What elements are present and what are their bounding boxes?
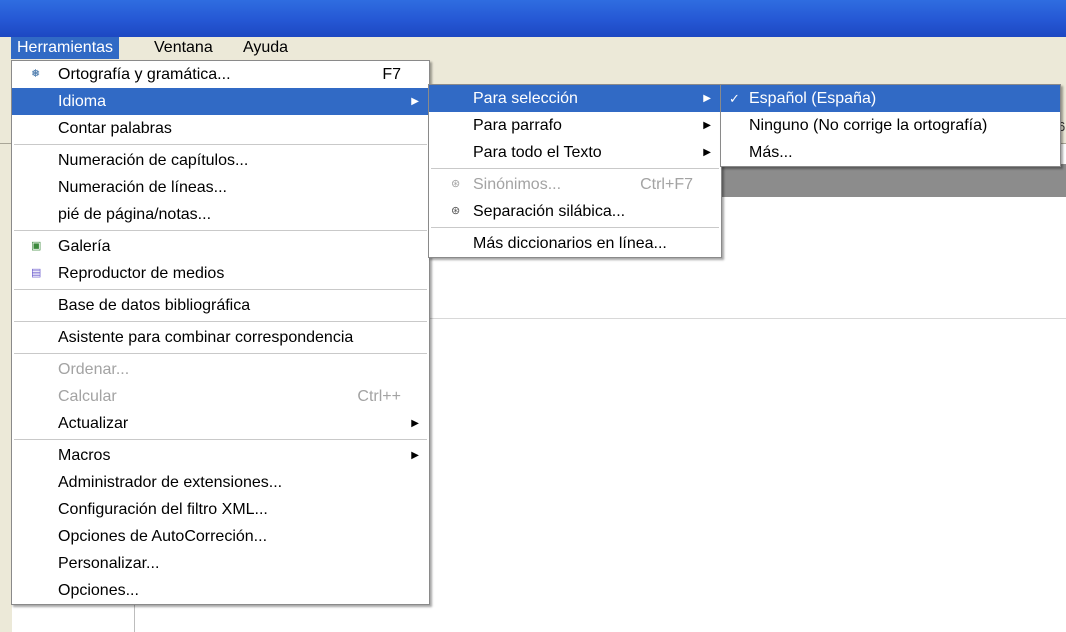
menu-item-label: Asistente para combinar correspondencia xyxy=(58,329,354,346)
menu-item-label: Opciones de AutoCorreción... xyxy=(58,528,268,545)
menu-separator xyxy=(14,230,427,231)
menu-item-galeria[interactable]: ▣ Galería xyxy=(12,233,429,260)
menu-item-label: pié de página/notas... xyxy=(58,206,212,223)
menu-item-label: Galería xyxy=(58,238,111,255)
menu-item-label: Reproductor de medios xyxy=(58,265,225,282)
menu-item-label: Actualizar xyxy=(58,415,129,432)
menu-item-filtro-xml[interactable]: Configuración del filtro XML... xyxy=(12,496,429,523)
menu-item-label: Ortografía y gramática... xyxy=(58,66,231,83)
menu-separator xyxy=(14,321,427,322)
menu-separator xyxy=(431,227,719,228)
submenu-arrow-icon: ▶ xyxy=(703,120,711,131)
menu-item-label: Más... xyxy=(749,144,793,161)
menu-item-label: Sinónimos... xyxy=(473,176,562,193)
menu-item-mas-diccionarios[interactable]: Más diccionarios en línea... xyxy=(429,230,721,257)
menu-item-label: Más diccionarios en línea... xyxy=(473,235,667,252)
menu-item-para-seleccion[interactable]: Para selección ▶ xyxy=(429,85,721,112)
checkmark-icon: ✓ xyxy=(729,91,740,106)
menu-item-extensiones[interactable]: Administrador de extensiones... xyxy=(12,469,429,496)
menu-item-label: Numeración de capítulos... xyxy=(58,152,249,169)
menu-item-label: Para parrafo xyxy=(473,117,562,134)
spellcheck-icon: ❅ xyxy=(31,68,41,80)
menu-item-opciones[interactable]: Opciones... xyxy=(12,577,429,604)
menu-item-label: Macros xyxy=(58,447,111,464)
menu-item-label: Idioma xyxy=(58,93,107,110)
menu-item-label: Opciones... xyxy=(58,582,139,599)
menu-item-para-todo-texto[interactable]: Para todo el Texto ▶ xyxy=(429,139,721,166)
menu-separator xyxy=(14,353,427,354)
selection-language-submenu: ✓ Español (España) Ninguno (No corrige l… xyxy=(720,84,1061,167)
menu-item-label: Personalizar... xyxy=(58,555,160,572)
menu-herramientas[interactable]: Herramientas xyxy=(11,37,120,59)
hyphenation-icon: ⊛ xyxy=(451,205,461,217)
menu-item-para-parrafo[interactable]: Para parrafo ▶ xyxy=(429,112,721,139)
menu-item-base-datos[interactable]: Base de datos bibliográfica xyxy=(12,292,429,319)
menu-item-asistente[interactable]: Asistente para combinar correspondencia xyxy=(12,324,429,351)
menu-item-label: Contar palabras xyxy=(58,120,172,137)
tools-menu: ❅ Ortografía y gramática... F7 Idioma ▶ … xyxy=(11,60,430,605)
menu-item-label: Ninguno (No corrige la ortografía) xyxy=(749,117,988,134)
submenu-arrow-icon: ▶ xyxy=(703,147,711,158)
language-submenu: Para selección ▶ Para parrafo ▶ Para tod… xyxy=(428,84,722,258)
menu-item-shortcut: Ctrl+F7 xyxy=(640,176,693,193)
menu-item-shortcut: Ctrl++ xyxy=(357,388,401,405)
margin-line-horizontal xyxy=(428,318,1066,319)
menu-item-contar-palabras[interactable]: Contar palabras xyxy=(12,115,429,142)
menu-item-mas[interactable]: Más... xyxy=(721,139,1060,166)
submenu-arrow-icon: ▶ xyxy=(411,96,419,107)
menu-item-label: Calcular xyxy=(58,388,117,405)
menu-item-pie-pagina[interactable]: pié de página/notas... xyxy=(12,201,429,228)
menu-item-label: Para todo el Texto xyxy=(473,144,602,161)
menu-item-numeracion-capitulos[interactable]: Numeración de capítulos... xyxy=(12,147,429,174)
thesaurus-icon: ⊛ xyxy=(451,178,461,190)
menu-ayuda[interactable]: Ayuda xyxy=(237,37,294,59)
menu-item-espanol[interactable]: ✓ Español (España) xyxy=(721,85,1060,112)
menu-separator xyxy=(14,289,427,290)
menu-item-shortcut: F7 xyxy=(382,66,401,83)
gallery-icon: ▣ xyxy=(31,240,42,252)
menu-item-label: Configuración del filtro XML... xyxy=(58,501,268,518)
submenu-arrow-icon: ▶ xyxy=(411,450,419,461)
menu-item-label: Para selección xyxy=(473,90,578,107)
menu-item-ninguno[interactable]: Ninguno (No corrige la ortografía) xyxy=(721,112,1060,139)
menu-item-sinonimos: ⊛ Sinónimos... Ctrl+F7 xyxy=(429,171,721,198)
menu-item-actualizar[interactable]: Actualizar ▶ xyxy=(12,410,429,437)
menu-item-autocorreccion[interactable]: Opciones de AutoCorreción... xyxy=(12,523,429,550)
menu-item-separacion-silabica[interactable]: ⊛ Separación silábica... xyxy=(429,198,721,225)
menu-item-label: Español (España) xyxy=(749,90,877,107)
window-titlebar xyxy=(0,0,1066,37)
menu-item-reproductor[interactable]: ▤ Reproductor de medios xyxy=(12,260,429,287)
submenu-arrow-icon: ▶ xyxy=(411,418,419,429)
menu-item-label: Ordenar... xyxy=(58,361,130,378)
menu-item-calcular: Calcular Ctrl++ xyxy=(12,383,429,410)
menu-item-ordenar: Ordenar... xyxy=(12,356,429,383)
menu-item-label: Numeración de líneas... xyxy=(58,179,227,196)
menu-separator xyxy=(14,439,427,440)
menu-item-numeracion-lineas[interactable]: Numeración de líneas... xyxy=(12,174,429,201)
menu-item-label: Base de datos bibliográfica xyxy=(58,297,251,314)
menu-ventana[interactable]: Ventana xyxy=(148,37,219,59)
menu-item-spellcheck[interactable]: ❅ Ortografía y gramática... F7 xyxy=(12,61,429,88)
menu-item-label: Separación silábica... xyxy=(473,203,626,220)
media-player-icon: ▤ xyxy=(31,267,42,279)
submenu-arrow-icon: ▶ xyxy=(703,93,711,104)
menu-item-macros[interactable]: Macros ▶ xyxy=(12,442,429,469)
menu-item-personalizar[interactable]: Personalizar... xyxy=(12,550,429,577)
menu-separator xyxy=(14,144,427,145)
menu-item-idioma[interactable]: Idioma ▶ xyxy=(12,88,429,115)
menubar: Herramientas Ventana Ayuda xyxy=(0,37,1066,59)
menu-item-label: Administrador de extensiones... xyxy=(58,474,283,491)
menu-separator xyxy=(431,168,719,169)
